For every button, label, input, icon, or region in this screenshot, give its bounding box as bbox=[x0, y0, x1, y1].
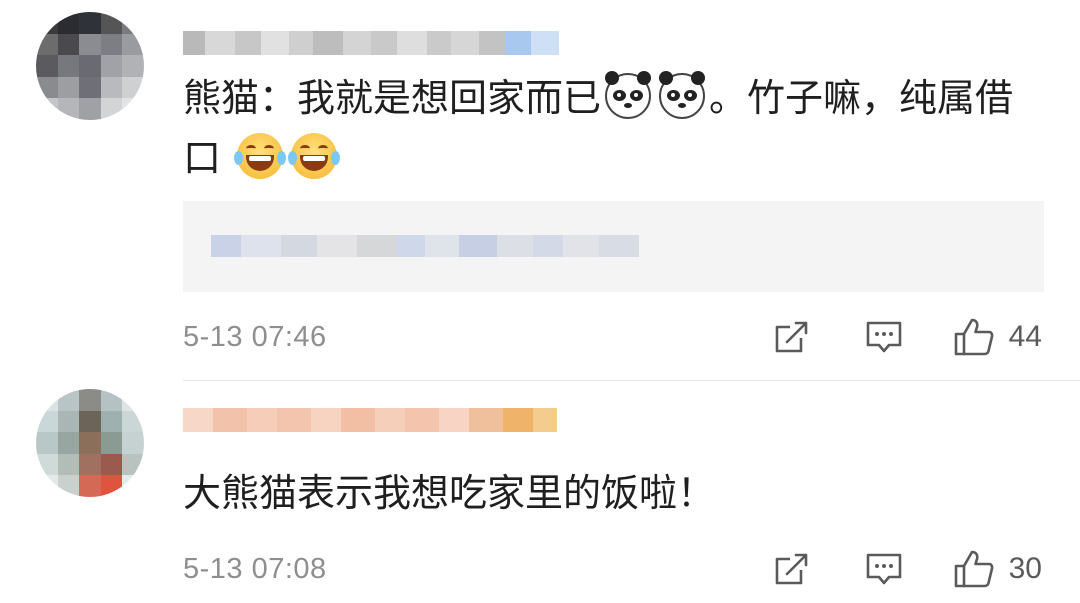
timestamp: 5-13 07:08 bbox=[183, 552, 327, 585]
laughing-tears-emoji bbox=[234, 133, 287, 179]
comment-text: 熊猫：我就是想回家而已 。竹子嘛，纯属借口 bbox=[183, 68, 1043, 188]
comment-text: 大熊猫表示我想吃家里的饭啦！ bbox=[183, 471, 716, 515]
laughing-tears-emoji bbox=[288, 133, 341, 179]
panda-emoji bbox=[605, 71, 652, 119]
panda-emoji bbox=[659, 71, 706, 119]
action-bar: 30 bbox=[773, 549, 1042, 589]
comment-text-part: 熊猫：我就是想回家而已 bbox=[183, 76, 602, 120]
like-button[interactable]: 44 bbox=[953, 317, 1042, 357]
thumbs-up-icon bbox=[954, 550, 994, 588]
comment-icon bbox=[866, 321, 901, 353]
share-button[interactable] bbox=[773, 318, 811, 356]
comment-item: 大熊猫表示我想吃家里的饭啦！ 5-13 07:08 30 bbox=[0, 381, 1080, 603]
comment-item: 熊猫：我就是想回家而已 。竹子嘛，纯属借口 5-13 07:46 44 bbox=[0, 0, 1080, 380]
avatar[interactable] bbox=[36, 389, 144, 497]
share-icon bbox=[775, 321, 807, 353]
comment-meta: 5-13 07:08 30 bbox=[183, 549, 1042, 589]
comment-meta: 5-13 07:46 44 bbox=[183, 317, 1042, 357]
quoted-reply-blurred[interactable] bbox=[183, 201, 1044, 292]
like-button[interactable]: 30 bbox=[953, 549, 1042, 589]
username-blurred[interactable] bbox=[183, 403, 557, 437]
timestamp: 5-13 07:46 bbox=[183, 320, 327, 353]
thumbs-up-icon bbox=[954, 318, 994, 356]
action-bar: 44 bbox=[773, 317, 1042, 357]
comment-icon bbox=[866, 553, 901, 585]
comment-button[interactable] bbox=[865, 319, 903, 355]
share-button[interactable] bbox=[773, 550, 811, 588]
share-icon bbox=[775, 553, 807, 585]
comment-button[interactable] bbox=[865, 551, 903, 587]
like-count: 30 bbox=[1008, 552, 1042, 585]
avatar[interactable] bbox=[36, 12, 144, 120]
username-blurred[interactable] bbox=[183, 26, 559, 60]
like-count: 44 bbox=[1008, 320, 1042, 353]
